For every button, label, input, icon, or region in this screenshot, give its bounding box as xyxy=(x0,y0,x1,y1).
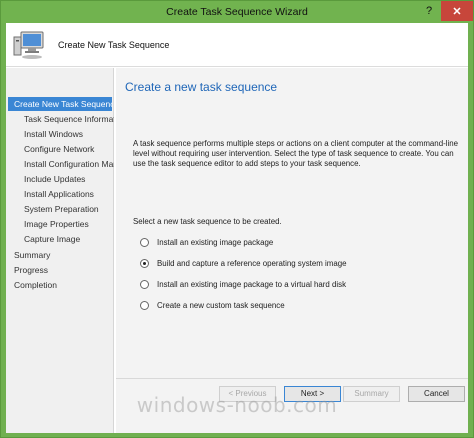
help-button[interactable]: ? xyxy=(418,1,440,21)
radio-label: Install an existing image package xyxy=(157,237,274,247)
nav-step-item: System Preparation xyxy=(24,204,99,214)
task-type-option[interactable]: Build and capture a reference operating … xyxy=(140,257,346,269)
nav-step-item: Install Configuration Mar xyxy=(24,159,114,169)
wizard-window: Create Task Sequence Wizard ? ✕ Create N… xyxy=(0,0,474,438)
wizard-steps-nav: Create New Task Sequence Task Sequence In… xyxy=(6,68,114,433)
nav-step-item: Task Sequence Informati xyxy=(24,114,114,124)
header-title: Create New Task Sequence xyxy=(58,40,170,50)
close-button[interactable]: ✕ xyxy=(441,1,473,21)
watermark: windows-noob.com xyxy=(136,393,338,417)
wizard-header: Create New Task Sequence xyxy=(6,23,468,67)
nav-step-item: Image Properties xyxy=(24,219,89,229)
nav-step-item: Include Updates xyxy=(24,174,86,184)
radio-button[interactable] xyxy=(140,258,149,268)
radio-button[interactable] xyxy=(140,300,149,310)
nav-step-item: Completion xyxy=(14,280,57,290)
task-type-option[interactable]: Create a new custom task sequence xyxy=(140,299,285,311)
task-type-option[interactable]: Install an existing image package xyxy=(140,236,273,248)
nav-step-item: Install Applications xyxy=(24,189,94,199)
select-prompt: Select a new task sequence to be created… xyxy=(133,217,282,226)
computer-icon xyxy=(13,31,44,59)
nav-step-item: Progress xyxy=(14,265,49,275)
nav-step-item: Configure Network xyxy=(24,144,95,154)
radio-label: Build and capture a reference operating … xyxy=(157,258,347,268)
task-type-option[interactable]: Install an existing image package to a v… xyxy=(140,278,346,290)
title-bar[interactable]: Create Task Sequence Wizard ? ✕ xyxy=(1,1,473,23)
page-description: A task sequence performs multiple steps … xyxy=(133,139,458,168)
nav-step-item: Capture Image xyxy=(24,234,81,244)
radio-button[interactable] xyxy=(140,237,149,247)
radio-label: Create a new custom task sequence xyxy=(157,300,285,310)
nav-step-item: Create New Task Sequence xyxy=(8,97,112,111)
nav-step-item: Summary xyxy=(14,250,51,260)
wizard-content: Create New Task Sequence Create New Task… xyxy=(6,23,468,433)
nav-step-item: Install Windows xyxy=(24,129,84,139)
radio-label: Install an existing image package to a v… xyxy=(157,279,347,289)
page-heading: Create a new task sequence xyxy=(125,80,278,94)
radio-button[interactable] xyxy=(140,279,149,289)
window-title: Create Task Sequence Wizard xyxy=(166,6,308,18)
